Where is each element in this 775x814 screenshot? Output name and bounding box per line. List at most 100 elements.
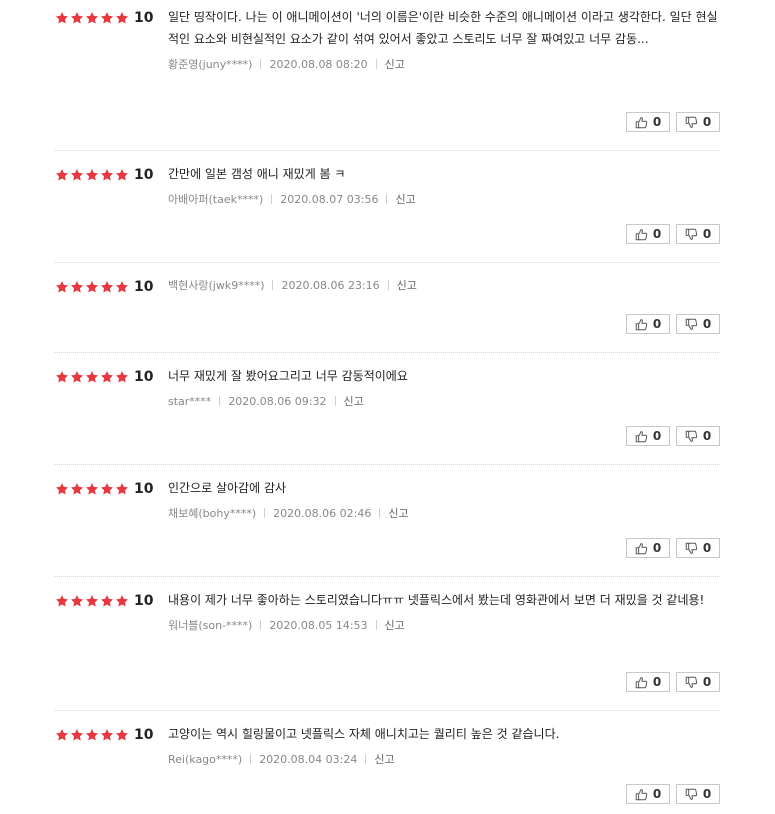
report-link[interactable]: 신고 (397, 277, 417, 293)
dislike-button[interactable]: 0 (676, 112, 720, 132)
review-author[interactable]: 채보혜(bohy****) (168, 505, 256, 521)
review-date: 2020.08.04 03:24 (259, 752, 358, 766)
dislike-button[interactable]: 0 (676, 314, 720, 334)
like-button[interactable]: 0 (626, 426, 670, 446)
divider (386, 194, 388, 204)
rating: 10 (55, 481, 153, 497)
like-count: 0 (652, 675, 662, 689)
star-rating (55, 594, 130, 608)
rating-score: 10 (134, 279, 154, 295)
rating: 10 (55, 10, 153, 26)
star-icon (55, 370, 69, 384)
thumbs-down-icon (685, 676, 698, 688)
star-icon (115, 370, 129, 384)
thumbs-down-icon (685, 116, 698, 128)
star-icon (115, 594, 129, 608)
thumbs-down-icon (685, 788, 698, 800)
review-meta: 아배아퍼(taek****) 2020.08.07 03:56 신고 (168, 191, 718, 207)
report-link[interactable]: 신고 (388, 505, 408, 521)
review-author[interactable]: 아배아퍼(taek****) (168, 191, 263, 207)
dislike-count: 0 (702, 227, 712, 241)
rating-score: 10 (134, 593, 154, 609)
divider (272, 280, 274, 290)
like-button[interactable]: 0 (626, 112, 670, 132)
divider (387, 280, 389, 290)
thumbs-up-icon (635, 542, 648, 554)
star-icon (100, 370, 114, 384)
dislike-count: 0 (702, 675, 712, 689)
divider (334, 396, 336, 406)
star-rating (55, 280, 130, 294)
star-icon (70, 11, 84, 25)
review-list: 10 일단 띵작이다. 나는 이 애니메이션이 '너의 이름은'이란 비슷한 수… (55, 0, 720, 814)
review-item: 10 내용이 제가 너무 좋아하는 스토리였습니다ㅠㅠ 넷플릭스에서 봤는데 영… (55, 577, 720, 711)
dislike-button[interactable]: 0 (676, 538, 720, 558)
like-count: 0 (652, 227, 662, 241)
star-icon (55, 280, 69, 294)
vote-buttons: 0 0 (620, 426, 720, 446)
star-icon (100, 728, 114, 742)
star-icon (85, 370, 99, 384)
rating-score: 10 (134, 369, 154, 385)
vote-buttons: 0 0 (620, 538, 720, 558)
divider (271, 194, 273, 204)
review-author[interactable]: 워너블(son-****) (168, 617, 252, 633)
dislike-count: 0 (702, 787, 712, 801)
dislike-count: 0 (702, 317, 712, 331)
divider (260, 59, 262, 69)
report-link[interactable]: 신고 (385, 56, 405, 72)
review-item: 10 고양이는 역시 힐링물이고 넷플릭스 자체 애니치고는 퀄리티 높은 것 … (55, 711, 720, 814)
report-link[interactable]: 신고 (374, 751, 394, 767)
review-item: 10 백현사랑(jwk9****) 2020.08.06 23:16 신고 0 … (55, 263, 720, 353)
star-icon (85, 11, 99, 25)
review-author[interactable]: 백현사랑(jwk9****) (168, 277, 264, 293)
review-author[interactable]: star**** (168, 395, 211, 408)
like-button[interactable]: 0 (626, 784, 670, 804)
star-icon (115, 11, 129, 25)
divider (365, 754, 367, 764)
thumbs-down-icon (685, 542, 698, 554)
report-link[interactable]: 신고 (395, 191, 415, 207)
like-button[interactable]: 0 (626, 314, 670, 334)
review-meta: 백현사랑(jwk9****) 2020.08.06 23:16 신고 (168, 277, 718, 293)
like-button[interactable]: 0 (626, 672, 670, 692)
review-author[interactable]: 황준영(juny****) (168, 56, 252, 72)
star-icon (70, 280, 84, 294)
star-icon (115, 482, 129, 496)
like-button[interactable]: 0 (626, 224, 670, 244)
dislike-button[interactable]: 0 (676, 224, 720, 244)
star-icon (55, 168, 69, 182)
star-icon (55, 728, 69, 742)
divider (219, 396, 221, 406)
star-icon (85, 280, 99, 294)
dislike-button[interactable]: 0 (676, 426, 720, 446)
like-count: 0 (652, 541, 662, 555)
dislike-button[interactable]: 0 (676, 784, 720, 804)
like-button[interactable]: 0 (626, 538, 670, 558)
review-author[interactable]: Rei(kago****) (168, 753, 242, 766)
thumbs-up-icon (635, 116, 648, 128)
dislike-button[interactable]: 0 (676, 672, 720, 692)
star-icon (100, 482, 114, 496)
vote-buttons: 0 0 (620, 224, 720, 244)
review-text: 일단 띵작이다. 나는 이 애니메이션이 '너의 이름은'이란 비슷한 수준의 … (168, 10, 718, 46)
review-meta: Rei(kago****) 2020.08.04 03:24 신고 (168, 751, 718, 767)
report-link[interactable]: 신고 (385, 617, 405, 633)
star-icon (115, 728, 129, 742)
star-icon (100, 280, 114, 294)
like-count: 0 (652, 429, 662, 443)
thumbs-up-icon (635, 318, 648, 330)
report-link[interactable]: 신고 (344, 393, 364, 409)
thumbs-up-icon (635, 228, 648, 240)
review-date: 2020.08.06 09:32 (228, 394, 327, 408)
review-date: 2020.08.05 14:53 (269, 618, 368, 632)
star-icon (55, 482, 69, 496)
review-meta: 워너블(son-****) 2020.08.05 14:53 신고 (168, 617, 718, 633)
rating-score: 10 (134, 727, 154, 743)
review-date: 2020.08.07 03:56 (280, 192, 379, 206)
review-text: 내용이 제가 너무 좋아하는 스토리였습니다ㅠㅠ 넷플릭스에서 봤는데 영화관에… (168, 593, 705, 607)
divider (250, 754, 252, 764)
star-icon (100, 594, 114, 608)
review-item: 10 간만에 일본 갬성 애니 재밌게 봄 ㅋ 아배아퍼(taek****) 2… (55, 151, 720, 263)
divider (379, 508, 381, 518)
